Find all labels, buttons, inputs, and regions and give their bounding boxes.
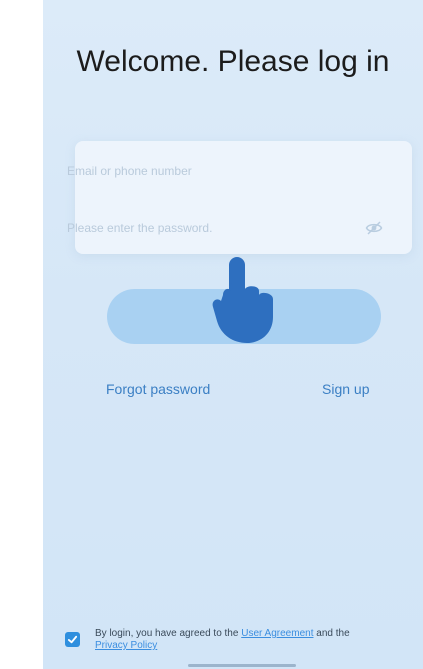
page-title: Welcome. Please log in	[76, 45, 390, 78]
agreement-text: By login, you have agreed to the User Ag…	[95, 628, 365, 652]
password-field-wrapper	[67, 213, 403, 243]
checkmark-icon	[67, 635, 78, 644]
agreement-checkbox[interactable]	[65, 632, 80, 647]
home-indicator	[188, 664, 296, 667]
login-screen: Welcome. Please log in Forgot password S…	[43, 0, 423, 669]
email-input[interactable]	[67, 164, 307, 178]
email-field-wrapper	[67, 156, 403, 186]
agreement-prefix: By login, you have agreed to the	[95, 628, 242, 639]
agreement-middle: and the	[313, 628, 350, 639]
sign-up-link[interactable]: Sign up	[322, 381, 369, 397]
forgot-password-link[interactable]: Forgot password	[106, 381, 210, 397]
eye-toggle-icon[interactable]	[365, 219, 383, 237]
user-agreement-link[interactable]: User Agreement	[241, 628, 313, 639]
privacy-policy-link[interactable]: Privacy Policy	[95, 640, 157, 651]
pointing-hand-icon	[212, 257, 273, 343]
password-input[interactable]	[67, 221, 307, 235]
agreement-row: By login, you have agreed to the User Ag…	[65, 628, 365, 652]
